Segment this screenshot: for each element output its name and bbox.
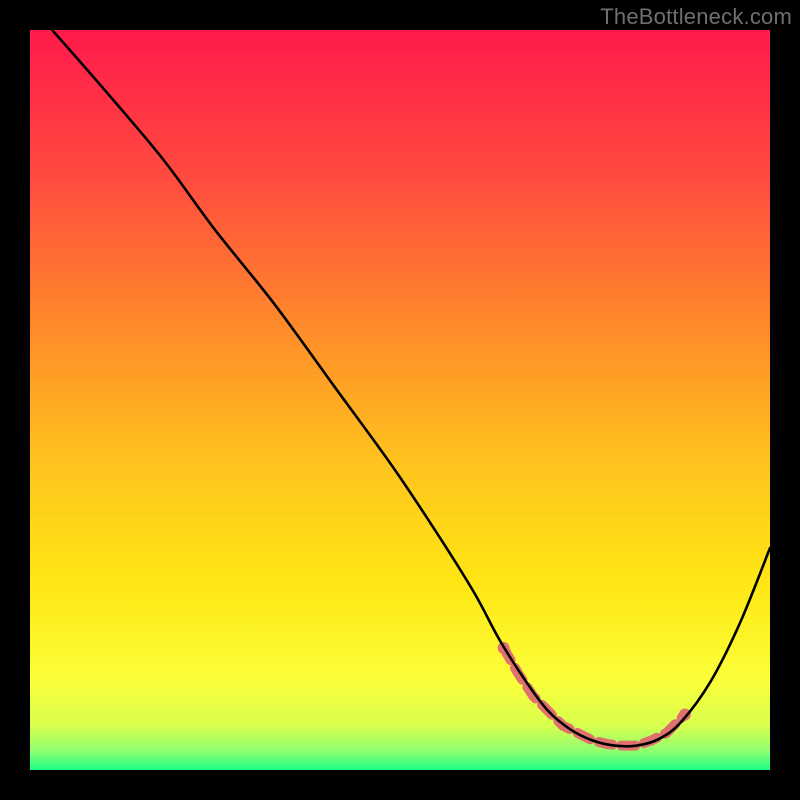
watermark-text: TheBottleneck.com — [600, 4, 792, 30]
plot-area — [30, 30, 770, 770]
chart-svg — [30, 30, 770, 770]
chart-frame: TheBottleneck.com — [0, 0, 800, 800]
gradient-background — [30, 30, 770, 770]
